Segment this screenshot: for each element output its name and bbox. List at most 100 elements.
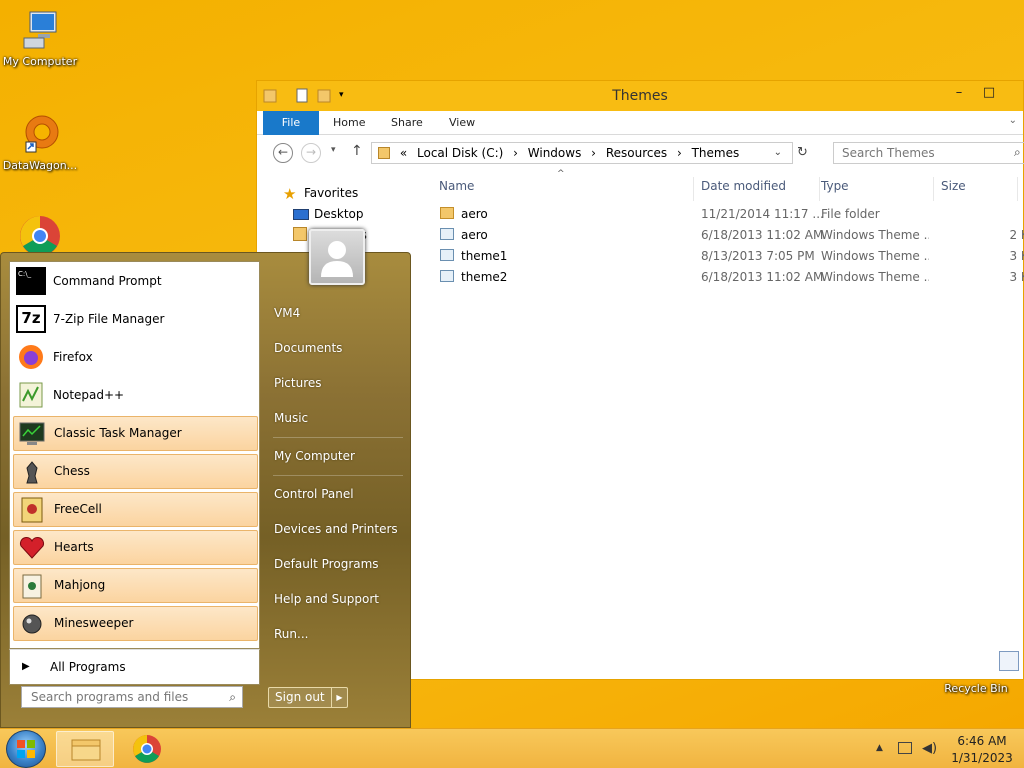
command-prompt-icon: C:\_ — [16, 267, 46, 295]
minimize-button[interactable]: – — [945, 83, 973, 105]
up-button[interactable]: ↑ — [351, 143, 363, 159]
theme-file-icon — [440, 270, 454, 282]
menu-item-notepadpp[interactable]: Notepad++ — [13, 378, 258, 413]
menu-item-mahjong[interactable]: Mahjong — [13, 568, 258, 603]
search-input[interactable]: Search Themes — [833, 142, 1024, 164]
refresh-icon[interactable]: ↻ — [797, 145, 808, 160]
menu-item-label: Hearts — [54, 540, 94, 554]
column-size[interactable]: Size — [940, 177, 1018, 201]
start-search-placeholder: Search programs and files — [31, 690, 189, 704]
right-item-music[interactable]: Music — [274, 411, 308, 425]
nav-favorites[interactable]: Favorites — [304, 186, 358, 200]
window-title: Themes — [612, 88, 668, 104]
clock[interactable]: 6:46 AM 1/31/2023 — [950, 733, 1014, 767]
desktop-icon-datawagon[interactable]: DataWagon... — [0, 112, 80, 172]
menu-item-label: Mahjong — [54, 578, 106, 592]
nav-desktop[interactable]: Desktop — [314, 207, 364, 221]
file-name: theme2 — [461, 270, 508, 284]
column-type[interactable]: Type — [820, 177, 934, 201]
column-headers: ^ Name Date modified Type Size — [427, 169, 1023, 201]
desktop-icon-my-computer[interactable]: My Computer — [0, 8, 80, 68]
tab-share[interactable]: Share — [377, 111, 437, 135]
menu-item-7zip[interactable]: 7z 7-Zip File Manager — [13, 302, 258, 337]
desktop-icon-label: DataWagon... — [2, 159, 78, 172]
sign-out-options-icon[interactable]: ▶ — [331, 688, 347, 707]
programs-list: C:\_ Command Prompt 7z 7-Zip File Manage… — [9, 261, 260, 649]
menu-item-freecell[interactable]: FreeCell — [13, 492, 258, 527]
recent-locations-icon[interactable]: ▾ — [331, 145, 336, 155]
start-search-input[interactable]: Search programs and files ⌕ — [21, 686, 243, 708]
menu-item-firefox[interactable]: Firefox — [13, 340, 258, 375]
menu-item-label: Firefox — [53, 350, 93, 364]
folder-icon — [71, 739, 101, 761]
taskbar: ▲ ◀) 6:46 AM 1/31/2023 — [0, 728, 1024, 768]
star-icon: ★ — [283, 185, 297, 203]
right-item-help-and-support[interactable]: Help and Support — [274, 592, 379, 606]
menu-item-label: Command Prompt — [53, 274, 162, 288]
file-date: 6/18/2013 11:02 AM — [701, 270, 824, 284]
expand-ribbon-icon[interactable]: ⌄ — [1009, 115, 1017, 126]
file-name: aero — [461, 207, 488, 221]
breadcrumb-windows[interactable]: Windows — [528, 146, 582, 160]
breadcrumb-themes[interactable]: Themes — [692, 146, 740, 160]
search-icon[interactable]: ⌕ — [1014, 145, 1021, 160]
right-item-devices-and-printers[interactable]: Devices and Printers — [274, 522, 398, 536]
taskbar-explorer-button[interactable] — [56, 731, 114, 767]
breadcrumb-overflow[interactable]: « — [400, 146, 407, 160]
file-name: theme1 — [461, 249, 508, 263]
user-avatar[interactable] — [309, 229, 365, 285]
file-date: 6/18/2013 11:02 AM — [701, 228, 824, 242]
menu-item-classic-task-manager[interactable]: Classic Task Manager — [13, 416, 258, 451]
right-item-pictures[interactable]: Pictures — [274, 376, 322, 390]
network-icon[interactable] — [898, 742, 912, 754]
right-item-control-panel[interactable]: Control Panel — [274, 487, 354, 501]
search-icon: ⌕ — [229, 690, 236, 704]
file-row[interactable]: theme1 8/13/2013 7:05 PM Windows Theme .… — [427, 246, 1024, 267]
menu-item-command-prompt[interactable]: C:\_ Command Prompt — [13, 264, 258, 299]
file-row[interactable]: theme2 6/18/2013 11:02 AM Windows Theme … — [427, 267, 1024, 288]
menu-item-label: Chess — [54, 464, 90, 478]
menu-item-chess[interactable]: Chess — [13, 454, 258, 489]
downloads-icon — [293, 227, 307, 241]
right-item-my-computer[interactable]: My Computer — [274, 449, 355, 463]
tab-file[interactable]: File — [263, 111, 319, 135]
breadcrumb-separator[interactable]: › — [677, 146, 682, 160]
all-programs-button[interactable]: ▶ All Programs — [9, 649, 260, 685]
file-row[interactable]: aero 11/21/2014 11:17 ... File folder — [427, 204, 1023, 225]
breadcrumb-local-disk[interactable]: Local Disk (C:) — [417, 146, 503, 160]
right-item-vm4[interactable]: VM4 — [274, 306, 300, 320]
address-row: ← → ▾ ↑ « Local Disk (C:) › Windows › Re… — [257, 135, 1024, 171]
clock-time: 6:46 AM — [957, 734, 1007, 748]
maximize-button[interactable]: □ — [975, 83, 1003, 105]
sign-out-button[interactable]: Sign out ▶ — [268, 687, 348, 708]
chess-icon — [17, 458, 47, 486]
forward-button[interactable]: → — [301, 143, 321, 163]
show-hidden-icons-icon[interactable]: ▲ — [876, 743, 883, 753]
details-view-icon[interactable] — [999, 651, 1019, 671]
volume-icon[interactable]: ◀) — [922, 741, 937, 756]
explorer-title-bar: ▾ Themes – □ — [257, 81, 1023, 111]
notepadpp-icon — [16, 381, 46, 409]
tab-home[interactable]: Home — [319, 111, 379, 135]
separator — [273, 475, 403, 476]
breadcrumb-separator[interactable]: › — [591, 146, 596, 160]
breadcrumb-separator[interactable]: › — [513, 146, 518, 160]
address-dropdown-icon[interactable]: ⌄ — [774, 143, 782, 163]
tab-view[interactable]: View — [435, 111, 489, 135]
breadcrumb-resources[interactable]: Resources — [606, 146, 667, 160]
back-button[interactable]: ← — [273, 143, 293, 163]
all-programs-label: All Programs — [50, 660, 126, 674]
menu-item-minesweeper[interactable]: Minesweeper — [13, 606, 258, 641]
right-item-documents[interactable]: Documents — [274, 341, 342, 355]
start-button[interactable] — [6, 730, 46, 768]
taskbar-chrome-button[interactable] — [118, 731, 176, 767]
menu-item-hearts[interactable]: Hearts — [13, 530, 258, 565]
column-name[interactable]: Name — [439, 177, 694, 201]
file-row[interactable]: aero 6/18/2013 11:02 AM Windows Theme ..… — [427, 225, 1024, 246]
chrome-icon — [133, 735, 161, 763]
right-item-default-programs[interactable]: Default Programs — [274, 557, 379, 571]
column-date-modified[interactable]: Date modified — [700, 177, 820, 201]
right-item-run[interactable]: Run... — [274, 627, 308, 641]
file-type: Windows Theme ... — [821, 228, 929, 242]
address-bar[interactable]: « Local Disk (C:) › Windows › Resources … — [371, 142, 793, 164]
